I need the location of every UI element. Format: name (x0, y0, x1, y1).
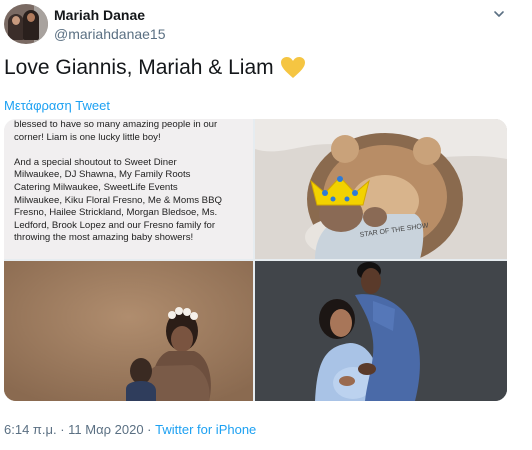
translate-tweet-link[interactable]: Μετάφραση Tweet (4, 98, 110, 113)
media-caption-text: blessed to have so many amazing people i… (14, 119, 222, 244)
media-photo-maternity-1[interactable] (4, 261, 253, 401)
tweet-text-row: Love Giannis, Mariah & Liam (4, 56, 306, 80)
tweet-time[interactable]: 6:14 π.μ. (4, 422, 57, 437)
yellow-heart-icon (280, 56, 306, 80)
tweet-source-link[interactable]: Twitter for iPhone (155, 422, 256, 437)
meta-separator-2: · (143, 422, 156, 437)
tweet: Mariah Danae @mariahdanae15 Love Giannis… (0, 0, 532, 450)
media-photo-maternity-2[interactable] (255, 261, 507, 401)
chevron-down-icon[interactable] (492, 7, 506, 21)
author-name[interactable]: Mariah Danae (54, 7, 145, 23)
media-grid: blessed to have so many amazing people i… (4, 119, 507, 401)
meta-separator-1: · (56, 422, 69, 437)
avatar[interactable] (4, 4, 48, 44)
tweet-meta: 6:14 π.μ. · 11 Μαρ 2020 · Twitter for iP… (4, 422, 256, 437)
tweet-text: Love Giannis, Mariah & Liam (4, 56, 274, 79)
author-handle[interactable]: @mariahdanae15 (54, 26, 166, 42)
media-photo-baby[interactable]: STAR OF THE SHOW (255, 119, 507, 259)
tweet-date[interactable]: 11 Μαρ 2020 (68, 422, 143, 437)
media-caption-screenshot[interactable]: blessed to have so many amazing people i… (4, 119, 253, 259)
